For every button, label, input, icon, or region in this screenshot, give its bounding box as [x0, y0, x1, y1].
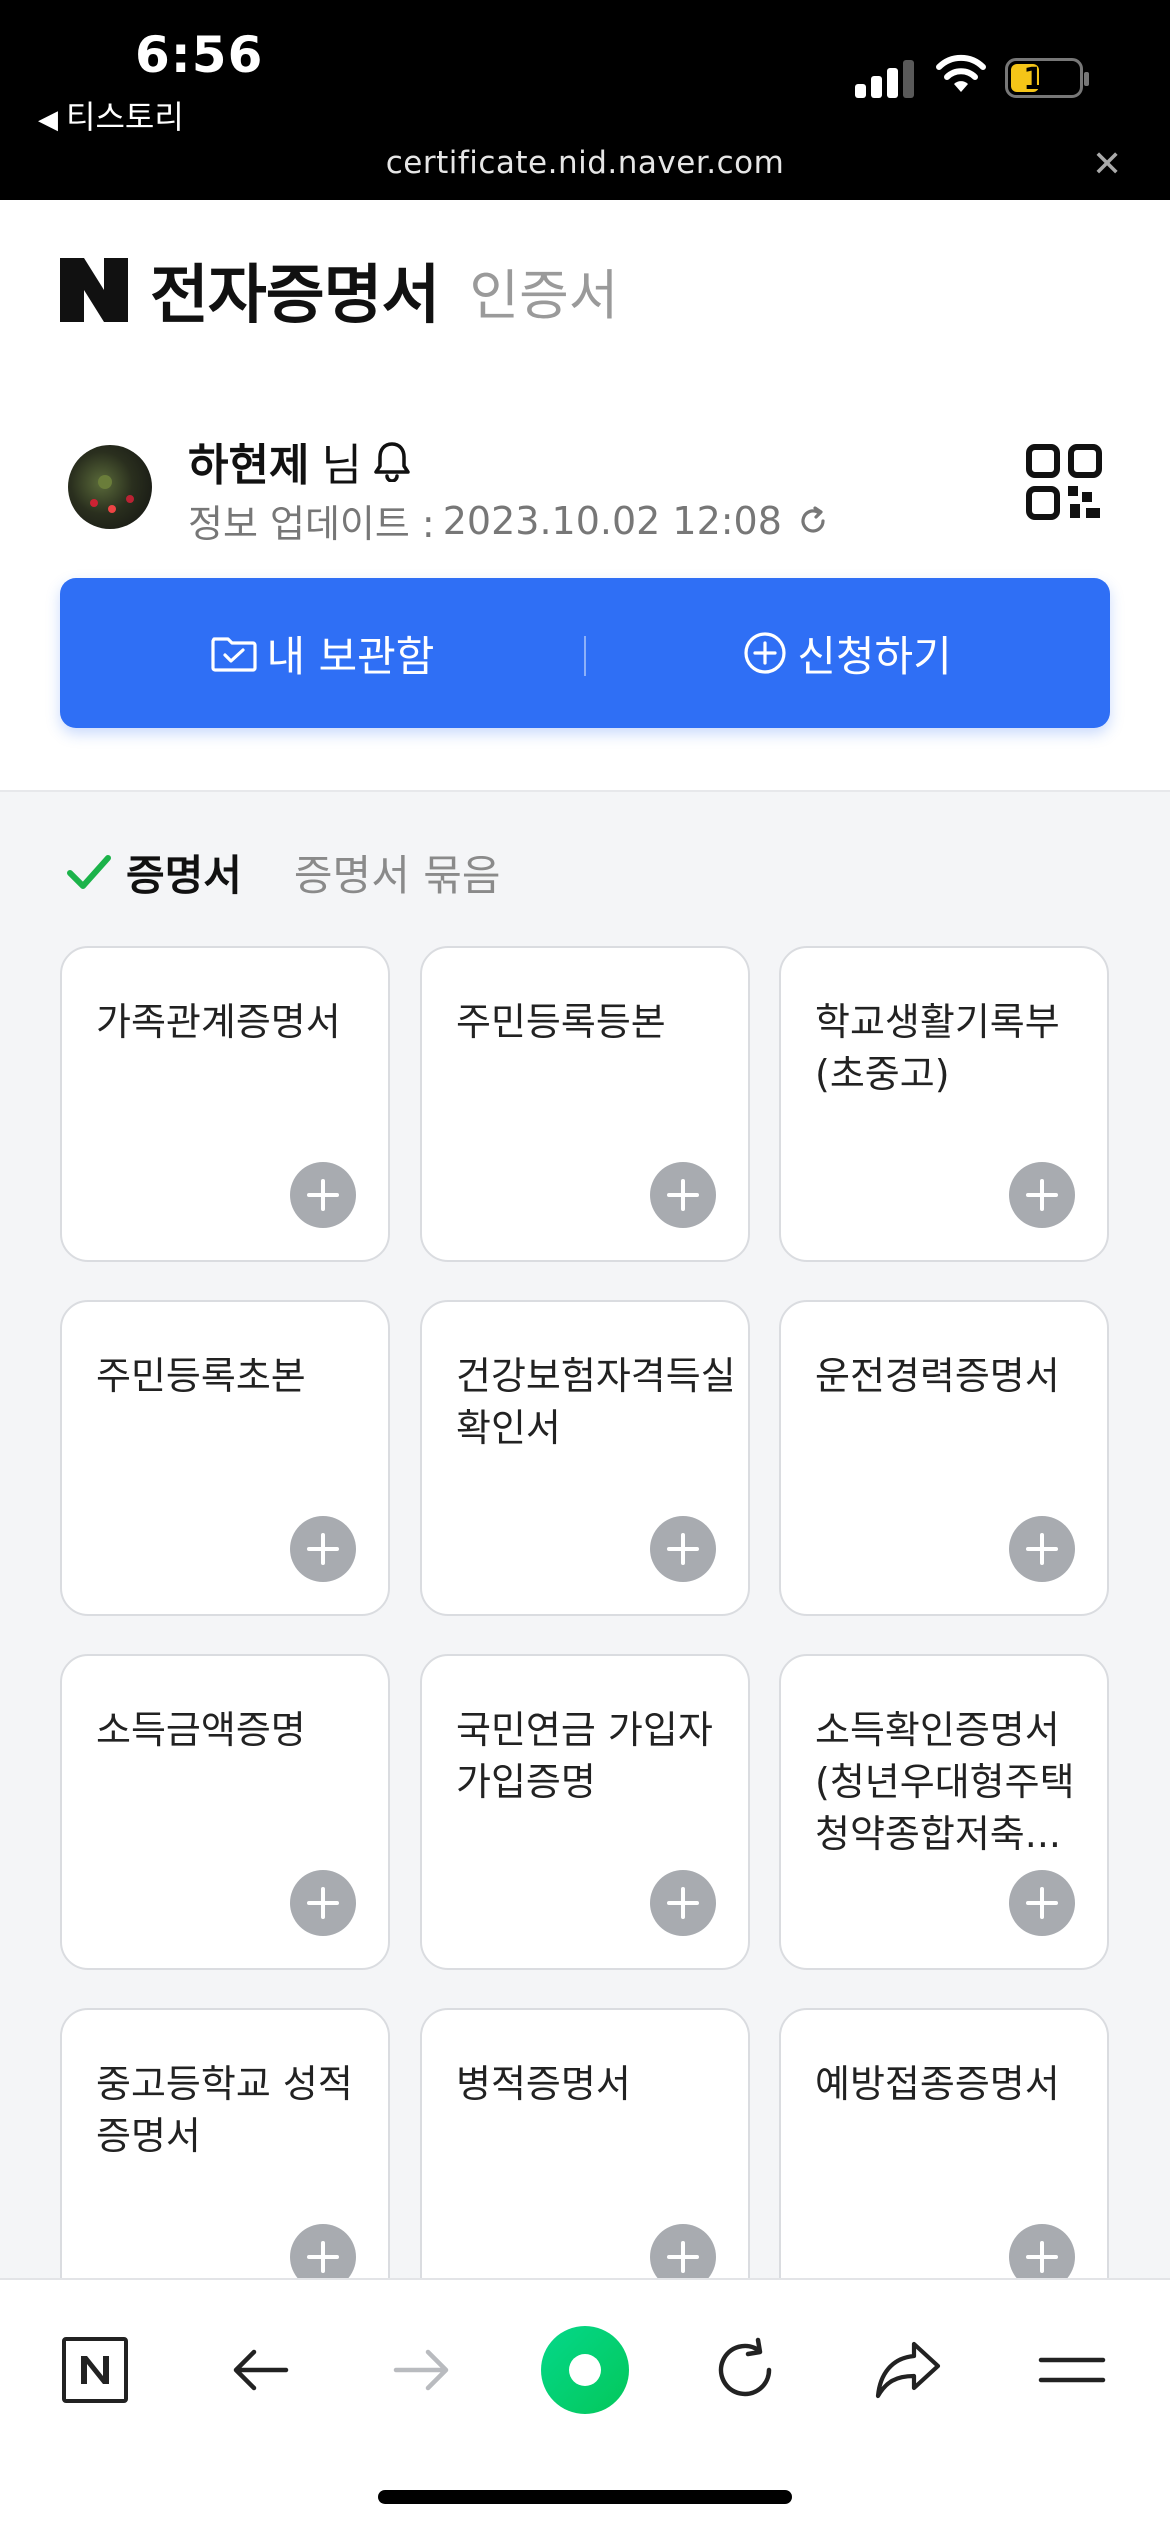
update-label: 정보 업데이트 : [188, 502, 435, 546]
status-time: 6:56 [135, 26, 264, 84]
page-subtitle-link[interactable]: 인증서 [469, 251, 618, 330]
tab-certificates-label: 증명서 [126, 851, 242, 900]
certificate-title: 국민연금 가입자 가입증명 [456, 1708, 713, 1804]
back-app-label: 티스토리 [66, 98, 184, 136]
certificate-card[interactable]: 가족관계증명서 [60, 946, 390, 1262]
battery-level: 15 [1023, 62, 1065, 97]
certificate-title: 운전경력증명서 [815, 1354, 1060, 1398]
certificate-title: 주민등록초본 [96, 1354, 306, 1398]
add-icon[interactable] [1009, 2224, 1075, 2280]
share-button[interactable] [858, 2320, 958, 2420]
update-info: 정보 업데이트 : 2023.10.02 12:08 [188, 493, 830, 548]
menu-icon [1038, 2357, 1106, 2383]
cellular-signal-icon [855, 58, 915, 98]
add-icon[interactable] [290, 1162, 356, 1228]
back-arrow-icon [233, 2349, 289, 2391]
wifi-icon [935, 52, 987, 100]
certificate-title: 병적증명서 [456, 2062, 631, 2106]
refresh-icon[interactable] [796, 504, 830, 538]
qr-code-icon[interactable] [1026, 444, 1102, 520]
page-header: 전자증명서 인증서 하현제 님 정보 업데이트 : 2023.10.02 12:… [0, 200, 1170, 790]
my-storage-label: 내 보관함 [266, 631, 435, 681]
reload-button[interactable] [695, 2320, 795, 2420]
apply-label: 신청하기 [797, 631, 952, 681]
action-bar: 내 보관함 신청하기 [60, 578, 1110, 728]
add-icon[interactable] [290, 1516, 356, 1582]
certificate-title: 중고등학교 성적증명서 [96, 2062, 353, 2158]
certificate-card[interactable]: 예방접종증명서 [779, 2008, 1109, 2280]
certificate-list-area: 증명서 증명서 묶음 가족관계증명서 주민등록등본 학교생활기록부(초중고) 주… [0, 790, 1170, 2280]
certificate-title: 소득확인증명서(청년우대형주택청약종합저축... [815, 1708, 1075, 1856]
menu-button[interactable] [1022, 2320, 1122, 2420]
apply-button[interactable]: 신청하기 [585, 578, 1110, 728]
certificate-card[interactable]: 학교생활기록부(초중고) [779, 946, 1109, 1262]
naver-n-icon [62, 2337, 128, 2403]
checkmark-icon [67, 854, 111, 889]
close-icon[interactable]: ✕ [1092, 144, 1122, 185]
brand: 전자증명서 인증서 [60, 244, 618, 336]
tab-bar: 증명서 증명서 묶음 [66, 842, 500, 903]
back-triangle-icon: ◀ [38, 105, 58, 135]
battery-icon: 15 [1005, 58, 1089, 98]
add-icon[interactable] [650, 1870, 716, 1936]
back-to-app-link[interactable]: ◀ 티스토리 [38, 92, 184, 138]
add-icon[interactable] [1009, 1516, 1075, 1582]
bell-icon[interactable] [372, 440, 412, 482]
certificate-title: 예방접종증명서 [815, 2062, 1060, 2106]
user-honorific: 님 [321, 440, 362, 491]
url-bar[interactable]: certificate.nid.naver.com [0, 145, 1170, 181]
my-storage-button[interactable]: 내 보관함 [60, 578, 585, 728]
green-dot-icon [541, 2326, 629, 2414]
certificate-card[interactable]: 건강보험자격득실확인서 [420, 1300, 750, 1616]
certificate-card[interactable]: 국민연금 가입자 가입증명 [420, 1654, 750, 1970]
back-button[interactable] [210, 2320, 310, 2420]
certificate-card[interactable]: 소득확인증명서(청년우대형주택청약종합저축... [779, 1654, 1109, 1970]
forward-arrow-icon [393, 2349, 449, 2391]
certificate-title: 소득금액증명 [96, 1708, 306, 1752]
naver-logo-icon [60, 258, 128, 322]
add-icon[interactable] [290, 1870, 356, 1936]
certificate-title: 학교생활기록부(초중고) [815, 1000, 1060, 1096]
home-indicator[interactable] [378, 2490, 792, 2504]
green-dot-button[interactable] [535, 2320, 635, 2420]
add-icon[interactable] [650, 1516, 716, 1582]
add-icon[interactable] [1009, 1162, 1075, 1228]
certificate-card[interactable]: 주민등록초본 [60, 1300, 390, 1616]
certificate-title: 건강보험자격득실확인서 [456, 1354, 736, 1450]
certificate-title: 주민등록등본 [456, 1000, 666, 1044]
user-name: 하현제 [188, 440, 310, 491]
add-icon[interactable] [650, 2224, 716, 2280]
certificate-card[interactable]: 주민등록등본 [420, 946, 750, 1262]
page-title: 전자증명서 [150, 259, 440, 333]
plus-circle-icon [744, 632, 786, 674]
share-icon [875, 2341, 941, 2399]
certificate-card[interactable]: 소득금액증명 [60, 1654, 390, 1970]
certificate-card[interactable]: 중고등학교 성적증명서 [60, 2008, 390, 2280]
folder-check-icon [210, 637, 257, 672]
add-icon[interactable] [1009, 1870, 1075, 1936]
browser-toolbar [0, 2278, 1170, 2532]
update-value: 2023.10.02 12:08 [442, 498, 782, 543]
add-icon[interactable] [290, 2224, 356, 2280]
certificate-card[interactable]: 운전경력증명서 [779, 1300, 1109, 1616]
tab-certificate-bundles[interactable]: 증명서 묶음 [294, 842, 501, 903]
certificate-title: 가족관계증명서 [96, 1000, 341, 1044]
certificate-card[interactable]: 병적증명서 [420, 2008, 750, 2280]
avatar[interactable] [68, 445, 152, 529]
forward-button[interactable] [372, 2320, 472, 2420]
status-bar: 6:56 ◀ 티스토리 15 certificate.nid.naver.com … [0, 0, 1170, 200]
reload-icon [718, 2337, 772, 2397]
add-icon[interactable] [650, 1162, 716, 1228]
tab-certificates[interactable]: 증명서 [66, 842, 242, 903]
user-name-row: 하현제 님 [188, 429, 412, 493]
naver-home-button[interactable] [45, 2320, 145, 2420]
